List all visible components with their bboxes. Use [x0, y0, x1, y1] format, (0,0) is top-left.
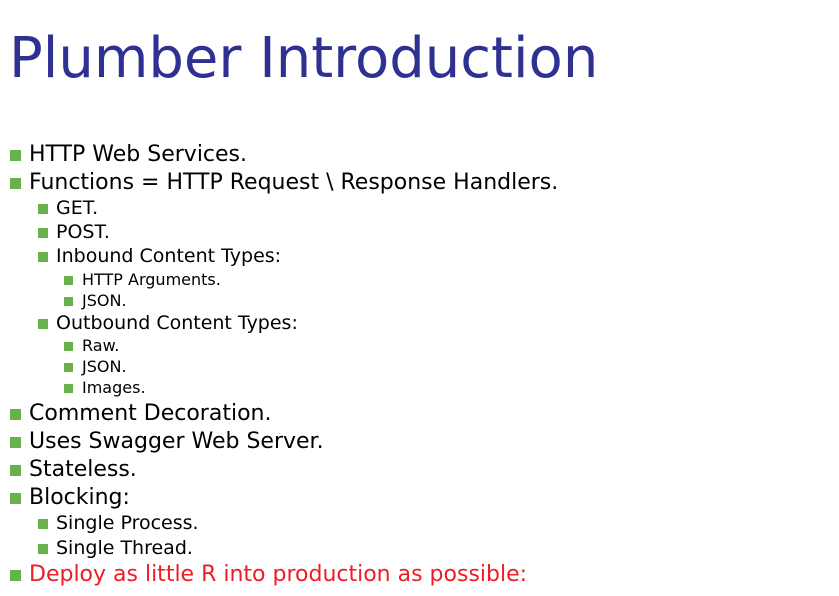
- bullet-text: JSON.: [82, 291, 127, 310]
- square-bullet-icon: [64, 342, 73, 351]
- bullet-text: JSON.: [82, 357, 127, 376]
- square-bullet-icon: [10, 437, 21, 448]
- bullet-text: Uses Swagger Web Server.: [29, 429, 324, 454]
- bullet-text: Functions = HTTP Request \ Response Hand…: [29, 170, 559, 195]
- square-bullet-icon: [38, 252, 48, 262]
- square-bullet-icon: [64, 384, 73, 393]
- bullet-text: HTTP Arguments.: [82, 270, 221, 289]
- bullet-text: Deploy as little R into production as po…: [29, 562, 528, 587]
- square-bullet-icon: [10, 465, 21, 476]
- square-bullet-icon: [38, 519, 48, 529]
- square-bullet-icon: [64, 276, 73, 285]
- bullet-text: Blocking:: [29, 485, 130, 510]
- bullet-text: POST.: [56, 221, 110, 243]
- bullet-text: Comment Decoration.: [29, 401, 272, 426]
- bullet-text: HTTP Web Services.: [29, 142, 248, 167]
- square-bullet-icon: [10, 493, 21, 504]
- bullet-text: Single Process.: [56, 512, 199, 534]
- bullet-text: Stateless.: [29, 457, 137, 482]
- square-bullet-icon: [10, 409, 21, 420]
- bullet-text: Inbound Content Types:: [56, 245, 282, 267]
- bullet-text: Images.: [82, 378, 146, 397]
- square-bullet-icon: [64, 297, 73, 306]
- square-bullet-icon: [10, 570, 21, 581]
- square-bullet-icon: [64, 363, 73, 372]
- square-bullet-icon: [38, 319, 48, 329]
- square-bullet-icon: [10, 178, 21, 189]
- square-bullet-icon: [10, 150, 21, 161]
- square-bullet-icon: [38, 228, 48, 238]
- bullet-text: Single Thread.: [56, 537, 193, 559]
- bullet-text: GET.: [56, 197, 99, 219]
- bullet-text: Outbound Content Types:: [56, 312, 298, 334]
- bullet-text: Raw.: [82, 336, 120, 355]
- slide-title: Plumber Introduction: [9, 26, 599, 91]
- square-bullet-icon: [38, 544, 48, 554]
- square-bullet-icon: [38, 204, 48, 214]
